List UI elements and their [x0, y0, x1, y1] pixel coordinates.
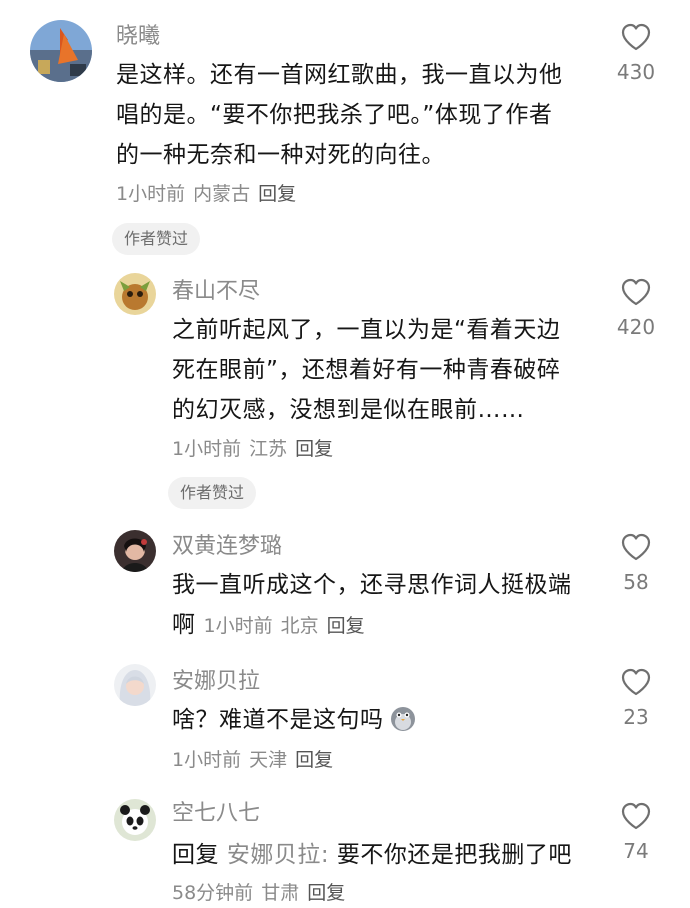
comment-location: 天津: [249, 749, 288, 771]
comment-text-tail: 啊: [172, 612, 196, 638]
comment-text-line: 回复 安娜贝拉: 要不你还是把我删了吧: [172, 835, 612, 875]
like-count: 23: [623, 705, 649, 729]
comment-item: 春山不尽 之前听起风了，一直以为是“看着天边 死在眼前”，还想着好有一种青春破碎…: [0, 260, 690, 515]
reply-button[interactable]: 回复: [327, 615, 365, 637]
comment-item: 安娜贝拉 啥？难道不是这句吗 1小时前 天津 回复 23: [0, 650, 690, 785]
penguin-emoji-icon: [388, 703, 418, 746]
heart-icon[interactable]: [620, 22, 652, 52]
like-button[interactable]: 74: [606, 801, 666, 863]
comment-location: 内蒙古: [193, 183, 251, 205]
like-button[interactable]: 420: [606, 277, 666, 339]
reply-button[interactable]: 回复: [258, 183, 296, 205]
comment-text-line: 我一直听成这个，还寻思作词人挺极端: [172, 572, 572, 598]
reply-target-user[interactable]: 安娜贝拉:: [227, 842, 329, 868]
like-count: 58: [623, 570, 649, 594]
landscape-avatar-icon[interactable]: [30, 20, 92, 82]
comment-item: 晓曦 是这样。还有一首网红歌曲，我一直以为他 唱的是。“要不你把我杀了吧。”体现…: [0, 0, 690, 260]
comment-meta: 58分钟前 甘肃 回复: [172, 879, 345, 907]
comment-author[interactable]: 空七八七: [172, 799, 260, 829]
comment-text-line: 唱的是。“要不你把我杀了吧。”体现了作者: [116, 102, 553, 128]
comment-author[interactable]: 安娜贝拉: [172, 667, 260, 697]
comment-text: 是这样。还有一首网红歌曲，我一直以为他 唱的是。“要不你把我杀了吧。”体现了作者…: [116, 55, 606, 175]
comment-meta: 1小时前 内蒙古 回复: [116, 180, 296, 208]
comment-time: 1小时前: [203, 615, 273, 637]
comment-time: 1小时前: [172, 438, 242, 460]
comment-text-line: 啥？难道不是这句吗: [172, 700, 612, 746]
anime-avatar-icon[interactable]: [114, 664, 156, 706]
comment-author[interactable]: 双黄连梦璐: [172, 532, 282, 562]
comment-text-line: 啊 1小时前 北京 回复: [172, 605, 612, 646]
like-count: 430: [616, 60, 656, 84]
like-count: 420: [616, 315, 656, 339]
heart-icon[interactable]: [620, 667, 652, 697]
heart-icon[interactable]: [620, 277, 652, 307]
comment-text-line: 的幻灭感，没想到是似在眼前……: [172, 397, 525, 423]
comment-text-line: 的一种无奈和一种对死的向往。: [116, 142, 445, 168]
comment-item: 双黄连梦璐 我一直听成这个，还寻思作词人挺极端 啊 1小时前 北京 回复 58: [0, 515, 690, 655]
reply-button[interactable]: 回复: [295, 749, 333, 771]
comment-location: 甘肃: [261, 882, 300, 904]
like-button[interactable]: 58: [606, 532, 666, 594]
reply-text: 要不你还是把我删了吧: [336, 842, 572, 868]
comment-meta: 1小时前 北京 回复: [204, 615, 365, 637]
like-count: 74: [623, 839, 649, 863]
comment-text: 回复 安娜贝拉: 要不你还是把我删了吧: [172, 835, 612, 875]
reply-button[interactable]: 回复: [295, 438, 333, 460]
comment-text-line: 死在眼前”，还想着好有一种青春破碎: [172, 357, 561, 383]
author-liked-badge: 作者赞过: [168, 477, 257, 509]
comment-text: 之前听起风了，一直以为是“看着天边 死在眼前”，还想着好有一种青春破碎 的幻灭感…: [172, 310, 612, 430]
heart-icon[interactable]: [620, 801, 652, 831]
comment-meta: 1小时前 天津 回复: [172, 746, 333, 774]
comment-location: 江苏: [249, 438, 288, 460]
comment-item: 空七八七 回复 安娜贝拉: 要不你还是把我删了吧 58分钟前 甘肃 回复 74: [0, 785, 690, 908]
comment-time: 1小时前: [116, 183, 186, 205]
comment-text: 啥？难道不是这句吗: [172, 700, 612, 746]
comment-text-line-content: 啥？难道不是这句吗: [172, 707, 384, 733]
like-button[interactable]: 430: [606, 22, 666, 84]
comment-text-line: 是这样。还有一首网红歌曲，我一直以为他: [116, 62, 563, 88]
cartoon-avatar-icon[interactable]: [114, 273, 156, 315]
author-liked-badge: 作者赞过: [112, 223, 201, 255]
comment-author[interactable]: 晓曦: [116, 22, 160, 52]
portrait-avatar-icon[interactable]: [114, 530, 156, 572]
reply-button[interactable]: 回复: [307, 882, 345, 904]
like-button[interactable]: 23: [606, 667, 666, 729]
comment-time: 58分钟前: [172, 882, 254, 904]
heart-icon[interactable]: [620, 532, 652, 562]
panda-avatar-icon[interactable]: [114, 799, 156, 841]
comment-text-line: 之前听起风了，一直以为是“看着天边: [172, 317, 561, 343]
comment-time: 1小时前: [172, 749, 242, 771]
comment-meta: 1小时前 江苏 回复: [172, 435, 333, 463]
comment-text: 我一直听成这个，还寻思作词人挺极端 啊 1小时前 北京 回复: [172, 565, 612, 646]
comment-author[interactable]: 春山不尽: [172, 277, 260, 307]
comment-location: 北京: [280, 615, 319, 637]
reply-prefix: 回复: [172, 842, 219, 868]
